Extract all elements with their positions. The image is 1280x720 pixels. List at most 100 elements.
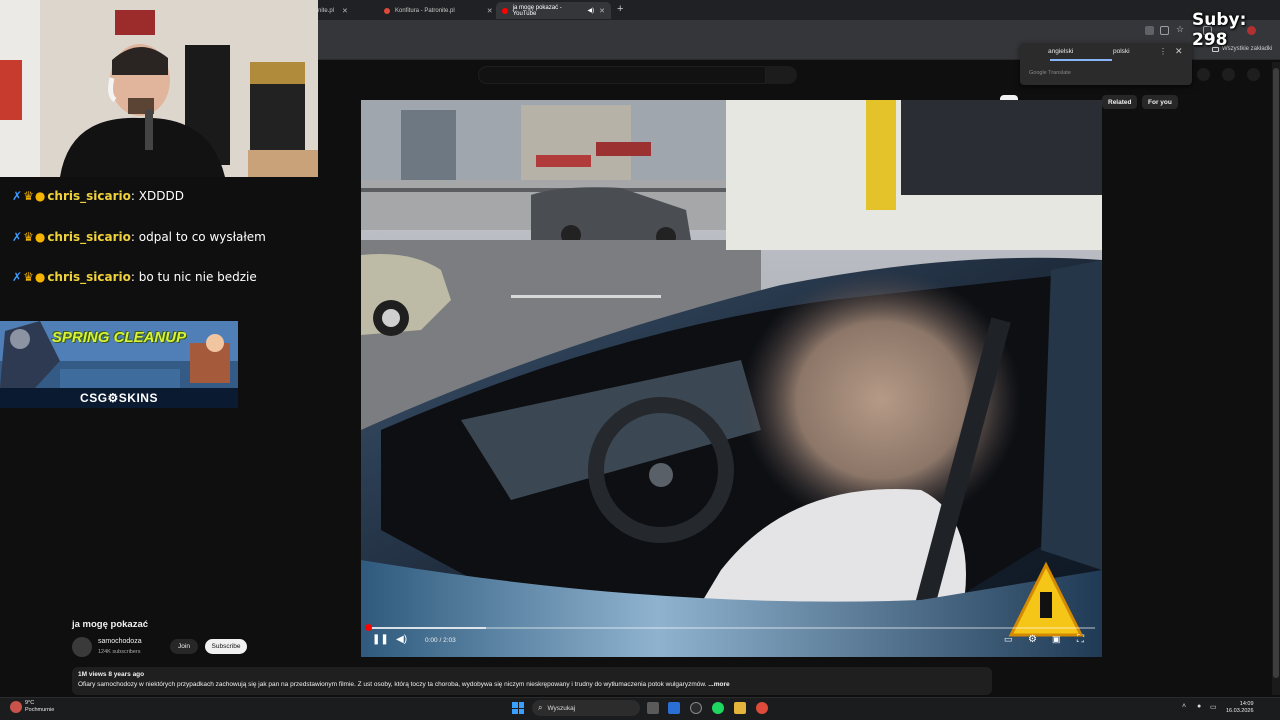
translate-icon[interactable]: [1145, 26, 1154, 35]
chat-text: bo tu nic nie bedzie: [138, 270, 257, 284]
translate-lang-to[interactable]: polski: [1113, 48, 1130, 55]
spotify-icon[interactable]: [712, 702, 724, 714]
obs-icon[interactable]: [690, 702, 702, 714]
clock-date: 16.03.2026: [1226, 708, 1254, 714]
miniplayer-icon[interactable]: ▣: [1052, 634, 1061, 645]
translate-active-indicator: [1050, 59, 1112, 61]
crown-badge-icon: ♛: [23, 230, 34, 244]
subtitles-icon[interactable]: ▭: [1004, 634, 1013, 645]
sword-badge-icon: ✗: [12, 270, 23, 284]
cast-icon[interactable]: [1160, 26, 1169, 35]
system-clock[interactable]: 14:09 16.03.2026: [1226, 701, 1254, 715]
start-button[interactable]: [512, 702, 524, 714]
chat-username[interactable]: chris_sicario: [47, 270, 131, 284]
chat-badges: ✗ ♛ ●: [12, 189, 45, 203]
network-icon[interactable]: ▭: [1210, 703, 1217, 711]
sub-badge-icon: ●: [34, 230, 46, 244]
tab-konfitura[interactable]: Konfitura - Patronite.pl ✕: [378, 2, 499, 19]
video-player[interactable]: [361, 100, 1102, 657]
webcam-feed: [0, 0, 318, 177]
chat-username[interactable]: chris_sicario: [47, 230, 131, 244]
tab-label: ja mogę pokazać - YouTube: [512, 4, 562, 17]
create-icon[interactable]: [1197, 68, 1210, 81]
taskbar-search-placeholder: Wyszukaj: [547, 704, 576, 712]
screen: nite.pl ✕ Konfitura - Patronite.pl ✕ ja …: [0, 0, 1280, 720]
description-text: Ofiary samochodozy w niektórych przypadk…: [78, 681, 707, 688]
pause-icon[interactable]: ❚❚: [372, 634, 389, 645]
chat-badges: ✗ ♛ ●: [12, 230, 45, 244]
chat-username[interactable]: chris_sicario: [47, 189, 131, 203]
tab-patronite-partial[interactable]: nite.pl ✕: [312, 2, 354, 19]
sword-badge-icon: ✗: [12, 230, 23, 244]
close-icon[interactable]: ✕: [599, 7, 605, 15]
crown-badge-icon: ♛: [23, 189, 34, 203]
star-icon[interactable]: ☆: [1176, 24, 1185, 34]
chip-related[interactable]: Related: [1102, 95, 1138, 109]
settings-gear-icon[interactable]: ⚙: [1028, 634, 1037, 645]
subscribe-button[interactable]: Subscribe: [205, 639, 247, 654]
channel-avatar[interactable]: [72, 637, 92, 657]
chevron-up-icon[interactable]: ˄: [1182, 703, 1186, 710]
windows-taskbar: [0, 697, 1280, 720]
account-avatar[interactable]: [1247, 68, 1260, 81]
file-explorer-icon[interactable]: [734, 702, 746, 714]
search-button[interactable]: [766, 66, 797, 84]
chat-message: ✗ ♛ ● chris_sicario: bo tu nic nie bedzi…: [12, 270, 257, 284]
tab-youtube[interactable]: ja mogę pokazać - YouTube ◀) ✕: [496, 2, 611, 19]
channel-name[interactable]: samochodoza: [98, 638, 142, 645]
video-frame: [361, 100, 1102, 657]
chat-text: odpal to co wysłałem: [138, 230, 266, 244]
translate-popup: angielski polski ⋮ ✕ Google Translate: [1020, 43, 1192, 85]
weather-widget[interactable]: 9°C Pochmurnie: [25, 700, 54, 714]
clock-time: 14:09: [1239, 701, 1254, 707]
show-more-link[interactable]: ...more: [707, 681, 729, 688]
channel-subscribers: 124K subscribers: [98, 649, 141, 655]
app-icon[interactable]: [668, 702, 680, 714]
video-description: Ofiary samochodozy w niektórych przypadk…: [78, 681, 730, 688]
weather-temp: 9°C: [25, 700, 35, 706]
speaker-icon: ◀): [587, 8, 595, 14]
progress-buffered: [368, 627, 486, 629]
chat-text: XDDDD: [138, 189, 184, 203]
close-icon[interactable]: ✕: [487, 7, 493, 15]
fullscreen-icon[interactable]: ⛶: [1077, 634, 1084, 645]
weather-icon: [10, 701, 22, 713]
ad-brand: CSG⚙SKINS: [80, 391, 158, 405]
close-icon[interactable]: ✕: [342, 7, 348, 15]
scrollbar-thumb[interactable]: [1273, 68, 1279, 678]
tab-label: Konfitura - Patronite.pl: [395, 7, 455, 14]
volume-icon[interactable]: ◀): [396, 634, 407, 645]
crown-badge-icon: ♛: [23, 270, 34, 284]
ad-title: SPRING CLEANUP: [51, 329, 187, 346]
weather-desc: Pochmurnie: [25, 707, 55, 713]
new-tab-button[interactable]: +: [617, 3, 623, 15]
taskbar-search[interactable]: ⌕ Wyszukaj: [532, 700, 640, 716]
youtube-favicon-icon: [502, 7, 508, 14]
close-icon[interactable]: ✕: [1175, 46, 1183, 57]
video-time: 0:00 / 2:03: [425, 637, 456, 644]
translate-brand: Google Translate: [1029, 70, 1071, 76]
notifications-icon[interactable]: [1222, 68, 1235, 81]
subs-counter: Suby: 298: [1192, 10, 1247, 50]
translate-lang-from[interactable]: angielski: [1048, 48, 1073, 55]
sub-badge-icon: ●: [34, 189, 46, 203]
search-icon: ⌕: [538, 703, 543, 712]
webcam-image: [0, 0, 318, 177]
more-options-icon[interactable]: ⋮: [1159, 47, 1167, 56]
progress-scrubber[interactable]: [365, 624, 372, 631]
video-title: ja mogę pokazać: [72, 619, 149, 630]
task-view-icon[interactable]: [647, 702, 659, 714]
chat-message: ✗ ♛ ● chris_sicario: odpal to co wysłałe…: [12, 230, 266, 244]
sword-badge-icon: ✗: [12, 189, 23, 203]
video-meta: 1M views 8 years ago: [78, 671, 145, 678]
chip-for-you[interactable]: For you: [1142, 95, 1178, 109]
mic-icon[interactable]: ●: [1197, 703, 1201, 710]
search-input[interactable]: [478, 66, 766, 84]
chrome-icon[interactable]: [756, 702, 768, 714]
chat-badges: ✗ ♛ ●: [12, 270, 45, 284]
tab-label: nite.pl: [318, 7, 335, 14]
chat-message: ✗ ♛ ● chris_sicario: XDDDD: [12, 189, 184, 203]
patronite-favicon-icon: [384, 7, 390, 14]
sub-badge-icon: ●: [34, 270, 46, 284]
join-button[interactable]: Join: [170, 639, 198, 654]
